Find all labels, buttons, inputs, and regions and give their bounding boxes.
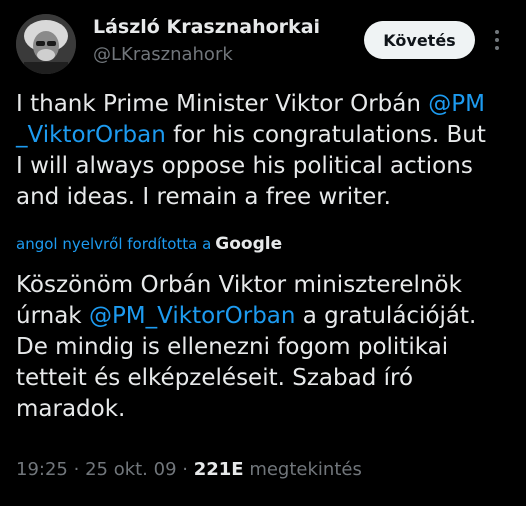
- tweet-meta: 19:25 · 25 okt. 09 · 221E megtekintés: [16, 459, 362, 480]
- translated-by-link[interactable]: angol nyelvről fordította a Google: [16, 234, 282, 254]
- follow-button[interactable]: Követés: [364, 21, 475, 59]
- tweet-date[interactable]: 25 okt. 09: [85, 459, 176, 480]
- more-vertical-icon[interactable]: [490, 26, 504, 54]
- author-display-name[interactable]: László Krasznahorkai: [93, 16, 320, 38]
- avatar[interactable]: [16, 14, 76, 74]
- dot: [495, 38, 499, 42]
- views-label: megtekintés: [249, 459, 362, 480]
- text-segment: I thank Prime Minister Viktor Orbán: [16, 91, 429, 117]
- mention-link[interactable]: @PM_ViktorOrban: [89, 303, 296, 329]
- text-line: tetteit és elképzeléseit. Szabad író: [16, 365, 414, 391]
- text-line: maradok.: [16, 396, 126, 422]
- author-photo: [16, 14, 76, 74]
- tweet-original-text: I thank Prime Minister Viktor Orbán @PM …: [16, 89, 516, 213]
- text-line: I will always oppose his political actio…: [16, 153, 473, 179]
- text-segment: úrnak: [16, 303, 89, 329]
- google-logo: Google: [215, 234, 283, 254]
- dot: [495, 46, 499, 50]
- author-handle[interactable]: @LKrasznahork: [93, 44, 233, 65]
- text-line: úrnak @PM_ViktorOrban a gratulációját.: [16, 301, 516, 332]
- separator: ·: [73, 459, 86, 480]
- text-segment: for his congratulations. But: [165, 122, 486, 148]
- text-line: and ideas. I remain a free writer.: [16, 184, 391, 210]
- tweet: László Krasznahorkai @LKrasznahork Követ…: [0, 0, 526, 506]
- mention-link-part2[interactable]: _ViktorOrban: [16, 122, 166, 148]
- tweet-time[interactable]: 19:25: [16, 459, 68, 480]
- separator: ·: [182, 459, 194, 480]
- tweet-translated-text: Köszönöm Orbán Viktor miniszterelnök úrn…: [16, 270, 516, 425]
- text-line: _ViktorOrban for his congratulations. Bu…: [16, 120, 516, 151]
- mention-link-part1[interactable]: @PM: [428, 91, 485, 117]
- views-count: 221E: [193, 459, 244, 480]
- text-segment: a gratulációját.: [295, 303, 477, 329]
- dot: [495, 30, 499, 34]
- text-line: I thank Prime Minister Viktor Orbán @PM: [16, 89, 516, 120]
- text-line: De mindig is ellenezni fogom politikai: [16, 334, 449, 360]
- text-line: Köszönöm Orbán Viktor miniszterelnök: [16, 272, 462, 298]
- translated-by-label: angol nyelvről fordította a: [16, 235, 212, 253]
